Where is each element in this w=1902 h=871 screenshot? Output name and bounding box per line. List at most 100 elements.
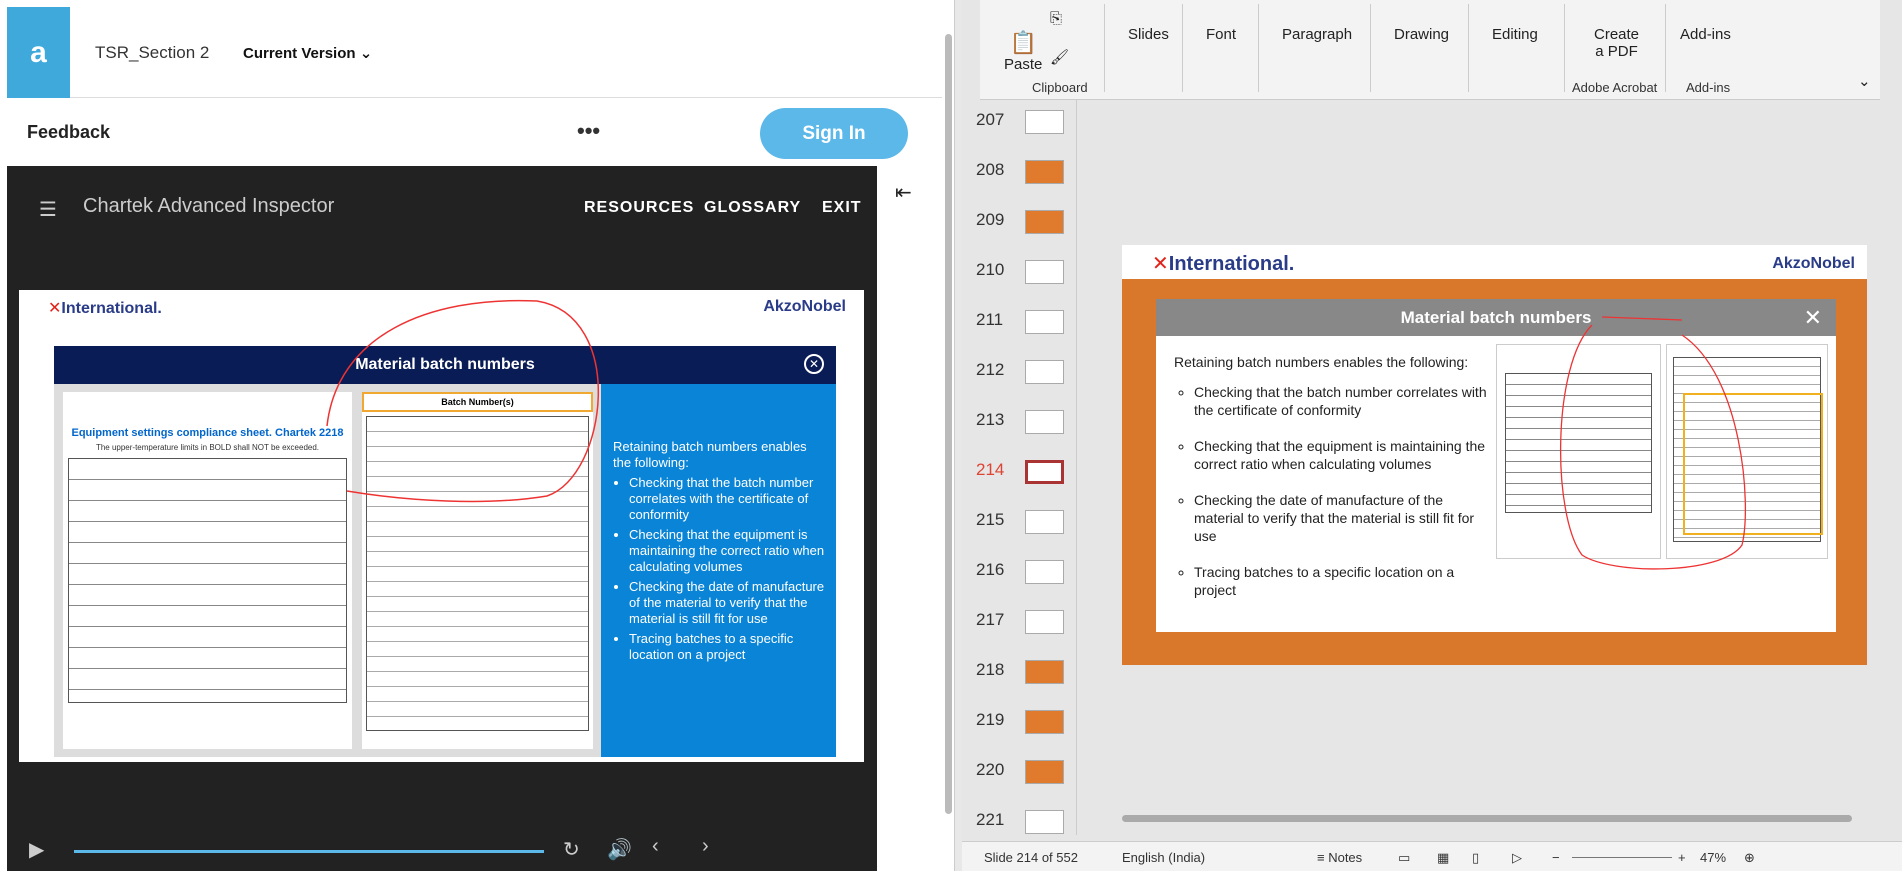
thumbnail-row[interactable]: 207 (962, 104, 1077, 144)
thumbnail-row[interactable]: 209 (962, 204, 1077, 244)
international-logo: ✕International. (1152, 253, 1295, 275)
slide-counter: Slide 214 of 552 (984, 850, 1078, 865)
reading-view-icon[interactable]: ▯ (1472, 850, 1479, 866)
more-options-button[interactable]: ••• (577, 118, 600, 144)
thumbnail-row[interactable]: 216 (962, 554, 1077, 594)
player-header: ☰ Chartek Advanced Inspector RESOURCES G… (7, 166, 877, 241)
thumbnail-image[interactable] (1025, 610, 1064, 634)
compliance-sheet-title: Equipment settings compliance sheet. Cha… (71, 427, 344, 439)
paste-button[interactable]: 📋 Paste (1004, 30, 1042, 73)
status-bar: Slide 214 of 552 English (India) ≡ Notes… (962, 841, 1902, 871)
addins-group-label: Add-ins (1686, 80, 1731, 95)
thumbnail-image[interactable] (1025, 210, 1064, 234)
red-annotation-curve (1559, 316, 1746, 570)
drawing-button[interactable]: Drawing (1394, 26, 1449, 43)
thumbnail-row[interactable]: 221 (962, 804, 1077, 844)
slide-intro: Retaining batch numbers enables the foll… (1174, 354, 1469, 370)
thumbnail-row[interactable]: 213 (962, 404, 1077, 444)
thumbnail-row[interactable]: 218 (962, 654, 1077, 694)
compliance-sheet-note: The upper-temperature limits in BOLD sha… (95, 443, 320, 452)
nav-resources[interactable]: RESOURCES (584, 199, 694, 217)
left-pane: a TSR_Section 2 Current Version ⌄ Feedba… (0, 0, 955, 871)
app-logo[interactable]: a (7, 7, 70, 98)
thumbnail-row[interactable]: 208 (962, 154, 1077, 194)
previous-icon[interactable]: ‹ (652, 835, 659, 858)
thumbnail-image[interactable] (1025, 460, 1064, 484)
thumbnail-image[interactable] (1025, 260, 1064, 284)
list-item: Checking that the equipment is maintaini… (1194, 437, 1494, 473)
thumbnail-row[interactable]: 219 (962, 704, 1077, 744)
zoom-in-icon[interactable]: + (1678, 850, 1686, 865)
zoom-slider[interactable] (1572, 857, 1672, 858)
version-dropdown[interactable]: Current Version ⌄ (243, 44, 372, 62)
collapse-ribbon-icon[interactable]: ⌄ (1858, 72, 1871, 90)
next-icon[interactable]: › (702, 835, 709, 858)
red-annotation-curve (326, 299, 599, 503)
powerpoint-window: 📋 Paste ⎘ 🖌 Clipboard Slides Font Paragra… (962, 0, 1902, 871)
add-ins-button[interactable]: Add-ins (1680, 26, 1731, 43)
notes-button[interactable]: ≡ Notes (1317, 850, 1362, 865)
horizontal-scrollbar[interactable] (1102, 811, 1872, 825)
close-icon[interactable]: ✕ (804, 354, 824, 374)
course-player: ☰ Chartek Advanced Inspector RESOURCES G… (7, 166, 877, 871)
slideshow-icon[interactable]: ▷ (1512, 850, 1522, 866)
progress-bar[interactable] (74, 850, 544, 853)
doc-topbar: a TSR_Section 2 Current Version ⌄ (7, 7, 942, 98)
language-indicator[interactable]: English (India) (1122, 850, 1205, 865)
nav-glossary[interactable]: GLOSSARY (704, 199, 801, 217)
normal-view-icon[interactable]: ▭ (1398, 850, 1410, 866)
thumbnail-image[interactable] (1025, 560, 1064, 584)
list-item: Checking that the equipment is maintaini… (629, 527, 826, 575)
thumbnail-image[interactable] (1025, 160, 1064, 184)
thumbnail-image[interactable] (1025, 510, 1064, 534)
thumbnail-image[interactable] (1025, 760, 1064, 784)
list-item: Checking the date of manufacture of the … (629, 579, 826, 627)
thumbnail-row[interactable]: 220 (962, 754, 1077, 794)
international-logo: ✕International. (48, 300, 162, 317)
format-painter-icon[interactable]: 🖌 (1050, 48, 1069, 66)
thumbnail-image[interactable] (1025, 810, 1064, 834)
slide-canvas[interactable]: ✕International. AkzoNobel Material batch… (1122, 245, 1867, 665)
sign-in-button[interactable]: Sign In (760, 108, 908, 159)
slide-sorter-icon[interactable]: ▦ (1437, 850, 1449, 866)
thumbnail-row[interactable]: 212 (962, 354, 1077, 394)
compliance-table (68, 458, 347, 703)
paragraph-button[interactable]: Paragraph (1282, 26, 1352, 43)
create-pdf-button[interactable]: Create a PDF (1594, 26, 1639, 60)
zoom-level[interactable]: 47% (1700, 850, 1726, 865)
copy-icon[interactable]: ⎘ (1050, 10, 1062, 27)
thumbnail-image[interactable] (1025, 710, 1064, 734)
font-button[interactable]: Font (1206, 26, 1236, 43)
editing-button[interactable]: Editing (1492, 26, 1538, 43)
thumbnail-image[interactable] (1025, 360, 1064, 384)
vertical-scrollbar[interactable] (1875, 100, 1889, 830)
zoom-out-icon[interactable]: − (1552, 850, 1560, 865)
play-icon[interactable]: ▶ (29, 837, 44, 862)
player-controls: ▶ ↻ 🔊 ‹ › (7, 831, 877, 871)
thumbnail-image[interactable] (1025, 110, 1064, 134)
menu-icon[interactable]: ☰ (39, 197, 57, 222)
nav-exit[interactable]: EXIT (822, 199, 862, 217)
replay-icon[interactable]: ↻ (563, 837, 580, 862)
fit-slide-icon[interactable]: ⊕ (1744, 850, 1755, 866)
feedback-bar: Feedback ••• Sign In (7, 98, 942, 166)
collapse-panel-icon[interactable]: ⇤ (895, 180, 912, 205)
thumbnail-row-current[interactable]: 214 (962, 454, 1077, 494)
adobe-group-label: Adobe Acrobat (1572, 80, 1658, 95)
thumbnail-row[interactable]: 211 (962, 304, 1077, 344)
left-scrollbar[interactable] (943, 18, 953, 814)
list-item: Tracing batches to a specific location o… (629, 631, 826, 663)
slides-button[interactable]: Slides (1128, 26, 1169, 43)
akzonobel-logo: AkzoNobel (763, 298, 846, 315)
list-item: Tracing batches to a specific location o… (1194, 563, 1494, 599)
volume-icon[interactable]: 🔊 (607, 837, 632, 862)
clipboard-group-label: Clipboard (1032, 80, 1088, 95)
thumbnail-image[interactable] (1025, 660, 1064, 684)
thumbnail-row[interactable]: 215 (962, 504, 1077, 544)
thumbnail-image[interactable] (1025, 410, 1064, 434)
thumbnail-row[interactable]: 217 (962, 604, 1077, 644)
slide-text: Retaining batch numbers enables the foll… (1174, 353, 1494, 617)
slide-thumbnail-panel[interactable]: 207 208 209 210 211 212 213 214 215 216 … (962, 100, 1077, 835)
thumbnail-row[interactable]: 210 (962, 254, 1077, 294)
thumbnail-image[interactable] (1025, 310, 1064, 334)
